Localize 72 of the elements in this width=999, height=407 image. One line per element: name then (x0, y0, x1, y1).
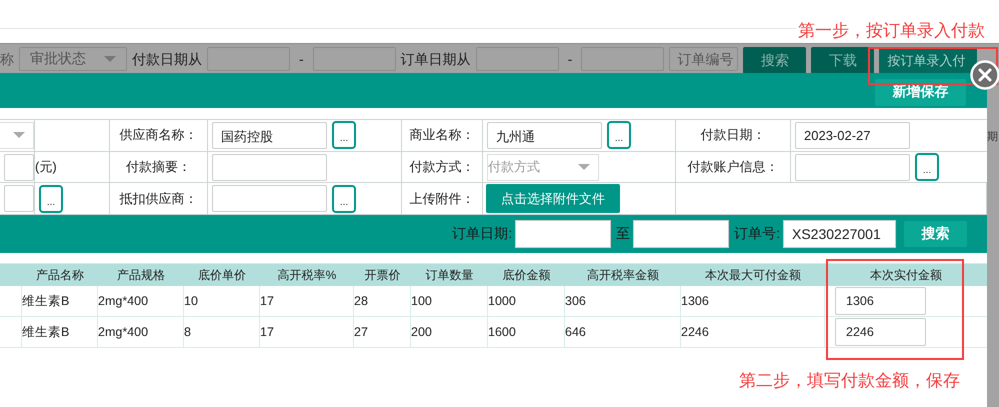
column-header: 订单数量 (411, 263, 488, 286)
table-cell: 100 (411, 294, 432, 308)
table-cell: 维生素B (22, 324, 70, 341)
range-dash: - (298, 50, 305, 69)
column-header: 高开税率% (260, 263, 354, 286)
table-cell: 8 (184, 325, 191, 340)
upload-button[interactable]: 点击选择附件文件 (486, 184, 620, 214)
select-field[interactable] (0, 122, 34, 149)
step-note: 第一步，按订单录入付款 (798, 20, 985, 42)
field-label: 至 (616, 225, 630, 244)
column-header: 期 (987, 131, 998, 143)
unit-label: (元) (35, 158, 57, 176)
table-cell: 1600 (488, 325, 516, 340)
header-cell (0, 263, 22, 286)
table-cell: 27 (354, 325, 368, 340)
table-cell: 2mg*400 (98, 325, 148, 340)
range-dash: - (566, 50, 574, 69)
input-field[interactable] (795, 154, 910, 181)
table-cell: 维生素B (22, 292, 70, 310)
amount-field[interactable]: 2246 (835, 318, 926, 346)
field-label: 付款账户信息： (688, 158, 778, 176)
field-label: 订单日期: (452, 225, 512, 244)
order-number-field[interactable]: XS230227001 (783, 220, 896, 248)
table-cell: 2mg*400 (98, 294, 148, 308)
field-label: 抵扣供应商： (120, 190, 198, 208)
caret-icon (13, 132, 25, 138)
filter-label: 称 (0, 50, 14, 69)
field-label: 付款方式： (410, 158, 474, 176)
table-cell: 17 (260, 294, 274, 308)
filter-label: 付款日期从 (132, 50, 202, 69)
table-cell: 28 (354, 294, 368, 308)
column-header: 本次实付金额 (825, 263, 987, 286)
column-header: 底价金额 (488, 263, 565, 286)
date-field[interactable] (515, 220, 612, 248)
table-cell: 306 (565, 294, 586, 308)
step-note: 第二步，填写付款金额，保存 (739, 370, 960, 392)
input-field[interactable]: 国药控股 (212, 122, 327, 149)
input-field[interactable]: 九州通 (487, 122, 602, 149)
field-label: 上传附件： (410, 190, 474, 208)
field-label: 付款日期： (700, 126, 766, 144)
input-field[interactable]: 2023-02-27 (795, 122, 910, 149)
table-cell: 1306 (681, 294, 709, 308)
toolbar-button[interactable]: 按订单录入付 (879, 47, 978, 73)
column-header: 产品名称 (22, 263, 98, 286)
table-cell: 646 (565, 325, 586, 340)
field-label: 订单号: (734, 225, 780, 244)
input-field[interactable] (4, 154, 34, 181)
field-label: 商业名称： (410, 126, 474, 144)
browse-button[interactable]: ... (915, 153, 939, 182)
column-header: 本次最大可付金额 (681, 263, 825, 286)
column-header: 底价单价 (184, 263, 260, 286)
date-field[interactable] (633, 220, 730, 248)
caret-icon (578, 164, 590, 170)
table-cell: 1000 (488, 294, 516, 308)
table-cell: 17 (260, 325, 274, 340)
filter-label: 订单日期从 (400, 50, 471, 69)
column-header: 高开税率金额 (565, 263, 681, 286)
browse-button[interactable]: ... (39, 184, 63, 213)
browse-button[interactable]: ... (607, 121, 631, 150)
amount-field[interactable]: 1306 (835, 287, 926, 316)
column-header: 产品规格 (98, 263, 184, 286)
input-field[interactable] (212, 185, 327, 212)
table-cell: 200 (411, 325, 432, 340)
table-cell: 10 (184, 294, 198, 308)
input-field[interactable] (212, 154, 327, 181)
input-field[interactable] (4, 185, 34, 212)
field-label: 供应商名称： (120, 126, 198, 144)
column-header: 开票价 (354, 263, 411, 286)
field-label: 付款摘要： (126, 158, 191, 176)
browse-button[interactable]: ... (332, 121, 356, 150)
table-cell: 2246 (681, 325, 709, 340)
browse-button[interactable]: ... (332, 184, 356, 213)
